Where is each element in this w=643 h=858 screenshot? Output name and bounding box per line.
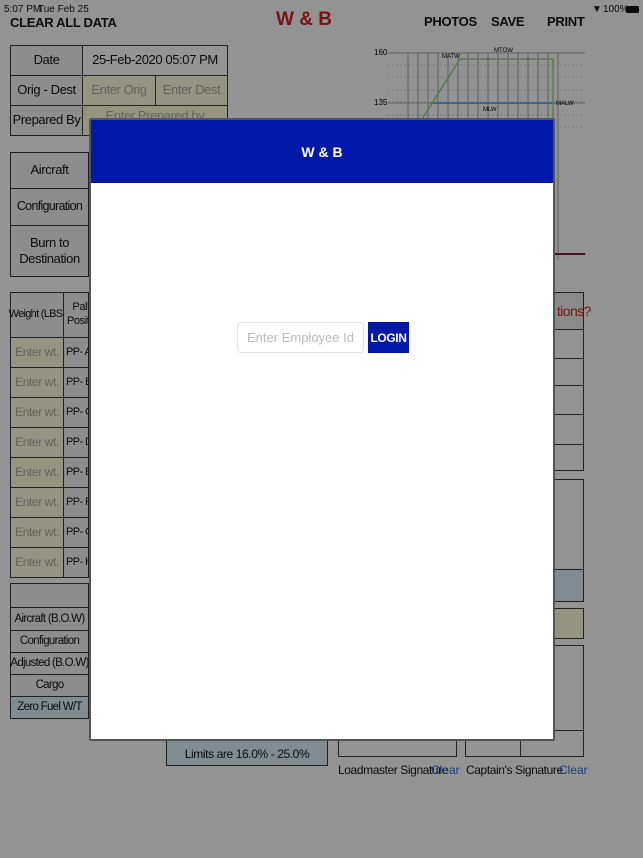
pallet-position: PP- C [63,397,89,428]
date-value: 25-Feb-2020 05:07 PM [82,45,228,76]
weight-header: Weight (LBS) [9,292,66,338]
app-title: W & B [276,9,332,30]
status-time: 5:07 PM [4,4,42,15]
malw-label: MALW [556,101,574,107]
pallet-position: PP- A [63,337,89,368]
mtow-label: MTOW [494,48,513,54]
weight-input[interactable]: Enter wt. [10,397,64,428]
employee-id-input[interactable] [237,322,364,353]
captain-clear-link[interactable]: Clear [559,763,588,777]
pallet-position: PP- G [63,517,89,548]
position-header: Pallet Position [63,292,89,338]
pallet-position: PP- E [63,457,89,488]
status-date: Tue Feb 25 [38,4,89,15]
mlw-label: MLW [483,107,497,113]
question-label: tions? [557,303,591,319]
weight-input[interactable]: Enter wt. [10,547,64,578]
modal-header: W & B [91,120,553,183]
aircraft-label: Aircraft [10,152,89,189]
summary-row: Zero Fuel W/T [10,696,89,719]
loadmaster-clear-link[interactable]: Clear [431,763,460,777]
photos-button[interactable]: PHOTOS [424,14,477,29]
pallet-position: PP- F [63,487,89,518]
wifi-icon: ▼ [592,4,602,15]
matw-label: MATW [442,54,460,60]
summary-row: Configuration [10,630,89,653]
login-modal: W & B LOGIN [89,118,555,741]
pallet-position: PP- B [63,367,89,398]
battery-level: 100% [603,4,629,15]
dest-input[interactable]: Enter Dest [155,75,228,106]
print-button[interactable]: PRINT [547,14,585,29]
weight-input[interactable]: Enter wt. [10,367,64,398]
weight-input[interactable]: Enter wt. [10,427,64,458]
tick-160: 160 [374,48,388,57]
tick-135: 135 [374,98,388,107]
clear-all-button[interactable]: CLEAR ALL DATA [10,15,117,30]
weight-input[interactable]: Enter wt. [10,517,64,548]
summary-header [10,583,89,608]
limits-text: Limits are 16.0% - 25.0% [166,740,328,766]
date-label: Date [10,45,83,76]
save-button[interactable]: SAVE [491,14,525,29]
summary-row: Aircraft (B.O.W) [10,607,89,631]
pallet-position: PP- D [63,427,89,458]
burn-label: Burn to Destination [10,225,89,277]
weight-input[interactable]: Enter wt. [10,337,64,368]
pallet-position: PP- H [63,547,89,578]
orig-input[interactable]: Enter Orig [82,75,156,106]
battery-icon [626,6,639,13]
orig-dest-label: Orig - Dest [10,75,83,106]
captain-signature-label: Captain's Signature [466,763,563,777]
configuration-label: Configuration [10,188,89,226]
weight-input[interactable]: Enter wt. [10,457,64,488]
summary-row: Adjusted (B.O.W) [10,652,89,675]
login-button[interactable]: LOGIN [368,322,409,353]
prepared-by-label: Prepared By [10,105,83,136]
weight-input[interactable]: Enter wt. [10,487,64,518]
summary-row: Cargo [10,674,89,697]
